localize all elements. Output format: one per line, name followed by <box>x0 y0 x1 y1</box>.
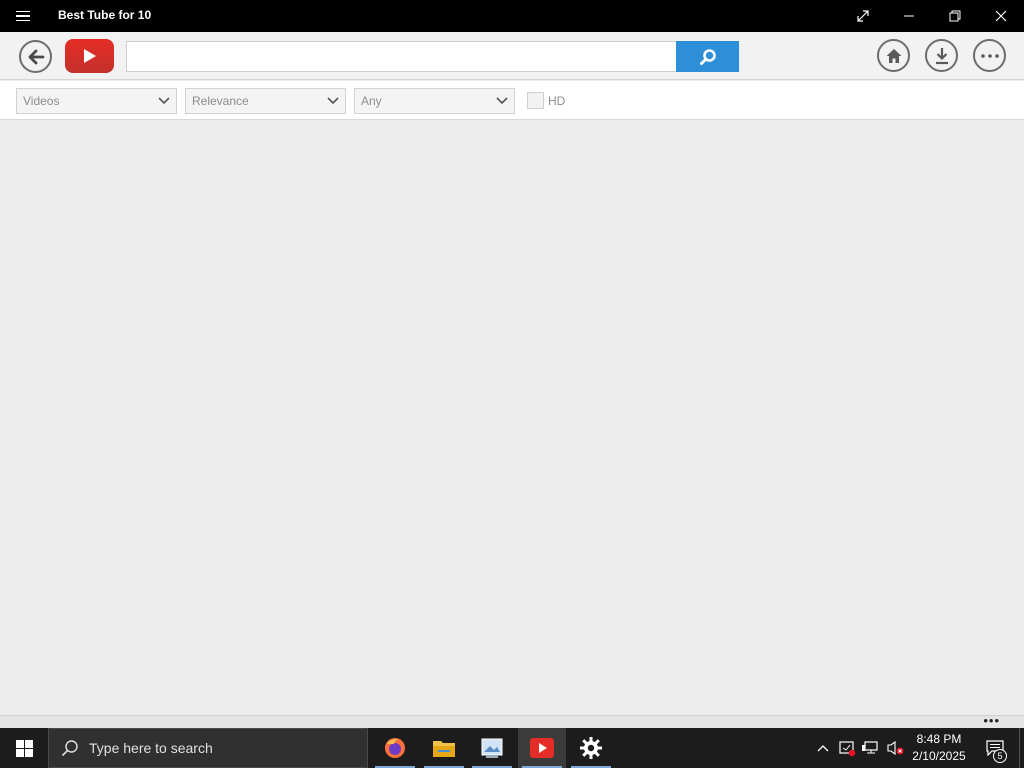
show-desktop-button[interactable] <box>1019 728 1024 768</box>
app-toolbar <box>0 32 1024 80</box>
sort-select-value: Relevance <box>192 94 249 108</box>
taskbar-settings[interactable] <box>567 728 615 768</box>
app-bar-more-icon[interactable]: ••• <box>983 714 1000 727</box>
tray-overflow[interactable] <box>814 728 832 768</box>
tray-security[interactable] <box>837 728 857 768</box>
clock-time: 8:48 PM <box>916 732 962 746</box>
home-icon <box>886 48 901 63</box>
search-input[interactable] <box>126 41 677 72</box>
download-button[interactable] <box>925 39 958 72</box>
best-tube-icon <box>530 738 554 758</box>
volume-muted-icon <box>887 740 904 756</box>
youtube-logo-button[interactable] <box>65 39 114 73</box>
firefox-icon <box>385 738 405 758</box>
taskbar-best-tube[interactable] <box>518 728 566 768</box>
taskbar-search-placeholder: Type here to search <box>89 740 213 756</box>
duration-select[interactable]: Any <box>354 88 515 114</box>
search-icon <box>61 740 78 757</box>
window-title: Best Tube for 10 <box>58 8 152 22</box>
taskbar-search[interactable]: Type here to search <box>48 728 368 768</box>
photos-icon <box>481 738 503 758</box>
type-select[interactable]: Videos <box>16 88 177 114</box>
results-area <box>0 120 1024 715</box>
duration-select-value: Any <box>361 94 382 108</box>
chevron-down-icon <box>496 97 508 105</box>
taskbar-clock[interactable]: 8:48 PM 2/10/2025 <box>905 731 973 765</box>
chevron-down-icon <box>327 97 339 105</box>
clock-date: 2/10/2025 <box>912 749 966 763</box>
more-button[interactable] <box>973 39 1006 72</box>
taskbar: Type here to search 8:48 PM 2/10/2025 5 <box>0 728 1024 768</box>
settings-icon <box>580 737 602 759</box>
action-center-button[interactable]: 5 <box>980 728 1010 768</box>
network-icon <box>862 741 878 754</box>
start-button[interactable] <box>0 728 48 768</box>
taskbar-photos[interactable] <box>468 728 516 768</box>
minimize-icon[interactable] <box>886 0 932 32</box>
restore-icon[interactable] <box>932 0 978 32</box>
download-icon <box>935 47 948 64</box>
chevron-down-icon <box>158 97 170 105</box>
filter-bar: Videos Relevance Any <box>0 81 1024 120</box>
hamburger-icon[interactable] <box>8 4 38 28</box>
file-explorer-icon <box>433 741 455 757</box>
security-icon <box>839 741 856 757</box>
taskbar-firefox[interactable] <box>371 728 419 768</box>
tray-volume[interactable] <box>884 728 906 768</box>
tray-network[interactable] <box>860 728 882 768</box>
search-button[interactable] <box>676 41 739 72</box>
notification-count-badge: 5 <box>993 749 1007 763</box>
back-arrow-icon <box>28 49 44 64</box>
type-select-value: Videos <box>23 94 60 108</box>
hd-checkbox[interactable] <box>527 92 544 109</box>
more-icon <box>980 53 999 58</box>
taskbar-file-explorer[interactable] <box>420 728 468 768</box>
home-button[interactable] <box>877 39 910 72</box>
chevron-up-icon <box>817 745 829 752</box>
sort-select[interactable]: Relevance <box>185 88 346 114</box>
back-button[interactable] <box>19 40 52 73</box>
youtube-play-icon <box>83 49 96 63</box>
search-icon <box>699 48 716 65</box>
app-bar <box>0 715 1024 728</box>
hd-label: HD <box>548 94 566 108</box>
windows-logo-icon <box>15 739 33 757</box>
close-icon[interactable] <box>978 0 1024 32</box>
title-bar: Best Tube for 10 <box>0 0 1024 32</box>
fullscreen-icon[interactable] <box>840 0 886 32</box>
